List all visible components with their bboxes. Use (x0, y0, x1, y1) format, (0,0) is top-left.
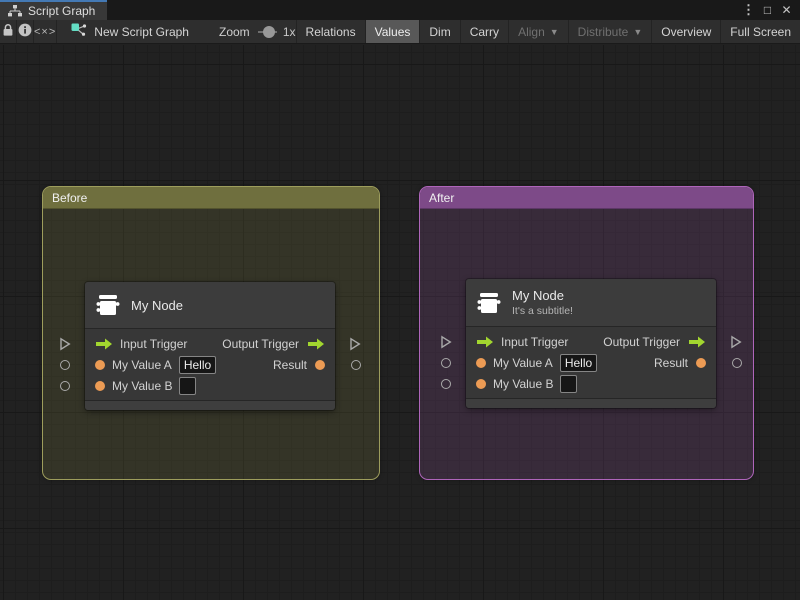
graph-hierarchy-icon (8, 5, 22, 17)
overview-button[interactable]: Overview (651, 20, 720, 43)
value-a-label: My Value A (112, 357, 172, 372)
input-trigger-label: Input Trigger (501, 334, 569, 349)
external-result-port[interactable] (351, 359, 361, 370)
align-dropdown[interactable]: Align ▼ (508, 20, 568, 43)
window-maximize-icon[interactable]: □ (758, 3, 777, 17)
output-trigger-label: Output Trigger (222, 336, 299, 351)
group-label: Before (52, 191, 88, 205)
node-body: Input Trigger Output Trigger My Value A … (60, 329, 361, 400)
tab-bar: Script Graph ⋮ □ ✕ (0, 0, 800, 20)
input-trigger-port-icon[interactable] (95, 338, 113, 350)
group-before-header[interactable]: Before (43, 187, 379, 209)
script-graph-asset-icon (71, 23, 87, 40)
result-label: Result (653, 355, 688, 370)
carry-button[interactable]: Carry (459, 20, 508, 43)
chevron-down-icon: ▼ (549, 26, 559, 37)
code-icon: <×> (34, 25, 57, 38)
value-a-input[interactable]: Hello (559, 353, 598, 372)
value-b-port-icon[interactable] (476, 378, 486, 389)
window-controls: ⋮ □ ✕ (739, 0, 800, 20)
node-title: My Node (131, 297, 184, 313)
value-b-port-icon[interactable] (95, 380, 105, 391)
result-port-icon[interactable] (696, 357, 706, 368)
node-title: My Node (512, 288, 565, 303)
external-output-trigger-port[interactable] (349, 337, 361, 351)
input-trigger-port-icon[interactable] (476, 336, 494, 348)
graph-asset[interactable]: New Script Graph (71, 23, 189, 40)
external-input-trigger-port[interactable] (59, 337, 71, 351)
external-value-b-port[interactable] (59, 380, 70, 391)
zoom-slider[interactable] (257, 25, 277, 39)
toolbar-right-group: Relations Values Dim Carry Align ▼ Distr… (295, 20, 800, 43)
value-a-port-icon[interactable] (95, 359, 105, 370)
output-trigger-port-icon[interactable] (688, 336, 706, 348)
node-header[interactable]: My Node (85, 282, 335, 329)
result-label: Result (272, 357, 307, 372)
tab-script-graph[interactable]: Script Graph (0, 0, 108, 20)
node-body: Input Trigger Output Trigger My Value A … (441, 327, 742, 398)
value-b-label: My Value B (493, 376, 554, 391)
output-trigger-label: Output Trigger (603, 334, 680, 349)
code-preview-button[interactable]: <×> (34, 20, 58, 43)
external-result-port[interactable] (732, 357, 742, 368)
distribute-dropdown[interactable]: Distribute ▼ (567, 20, 652, 43)
full-screen-button[interactable]: Full Screen (720, 20, 800, 43)
lock-button[interactable] (0, 20, 17, 43)
result-port-icon[interactable] (315, 359, 325, 370)
value-b-input[interactable] (179, 376, 197, 395)
chevron-down-icon: ▼ (633, 26, 643, 37)
group-after-header[interactable]: After (420, 187, 753, 209)
relations-button[interactable]: Relations (295, 20, 365, 43)
script-graph-window: Script Graph ⋮ □ ✕ <×> New Script Graph … (0, 0, 800, 600)
value-b-input[interactable] (560, 374, 578, 393)
value-a-label: My Value A (493, 355, 553, 370)
zoom-slider-handle[interactable] (262, 25, 275, 38)
node-footer (466, 398, 716, 408)
node-header[interactable]: My Node It's a subtitle! (466, 279, 716, 327)
window-menu-icon[interactable]: ⋮ (739, 2, 758, 18)
input-trigger-label: Input Trigger (120, 336, 188, 351)
dim-button[interactable]: Dim (419, 20, 459, 43)
tab-title: Script Graph (28, 4, 96, 18)
node-my-node-after[interactable]: My Node It's a subtitle! Input Trigger O… (441, 279, 742, 408)
graph-canvas[interactable]: Before After My Node Input Trigger Outpu… (0, 45, 800, 600)
external-value-a-port[interactable] (440, 357, 451, 368)
node-footer (85, 400, 335, 410)
external-value-b-port[interactable] (440, 378, 451, 389)
zoom-label: Zoom (218, 24, 250, 39)
node-subtitle: It's a subtitle! (512, 305, 573, 317)
window-close-icon[interactable]: ✕ (777, 3, 796, 17)
value-a-input[interactable]: Hello (178, 355, 217, 374)
unit-icon (476, 290, 502, 316)
info-button[interactable] (17, 20, 34, 43)
lock-icon (0, 23, 16, 40)
info-icon (17, 22, 33, 41)
values-button[interactable]: Values (364, 20, 420, 43)
graph-asset-name: New Script Graph (94, 24, 189, 39)
output-trigger-port-icon[interactable] (307, 338, 325, 350)
external-value-a-port[interactable] (59, 359, 70, 370)
group-label: After (429, 191, 455, 205)
graph-toolbar: <×> New Script Graph Zoom 1x Relations V… (0, 20, 800, 44)
unit-icon (95, 292, 121, 318)
value-b-label: My Value B (112, 378, 173, 393)
zoom-value: 1x (282, 24, 296, 39)
node-my-node-before[interactable]: My Node Input Trigger Output Trigger My … (60, 282, 361, 410)
value-a-port-icon[interactable] (476, 357, 486, 368)
external-output-trigger-port[interactable] (730, 335, 742, 349)
external-input-trigger-port[interactable] (440, 335, 452, 349)
